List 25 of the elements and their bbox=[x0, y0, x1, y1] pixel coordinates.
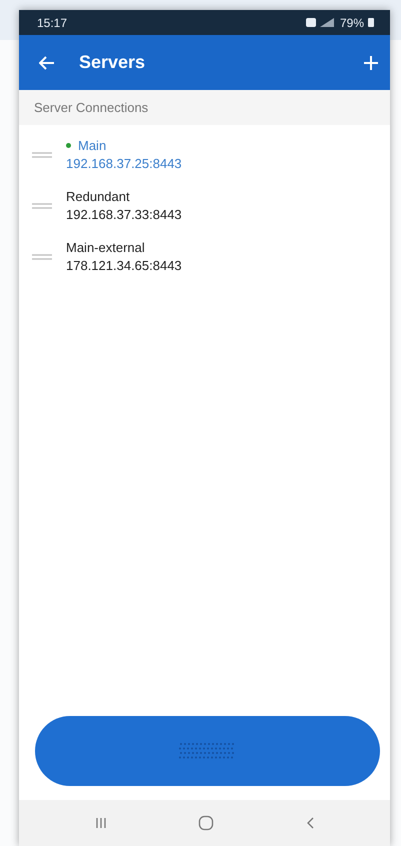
add-icon[interactable] bbox=[364, 56, 378, 70]
server-address: 192.168.37.33:8443 bbox=[66, 207, 182, 222]
server-name: Main-external bbox=[66, 240, 145, 255]
server-item[interactable]: Main 192.168.37.25:8443 bbox=[19, 129, 390, 180]
alarm-icon bbox=[306, 18, 316, 27]
back-arrow-icon[interactable] bbox=[39, 56, 55, 70]
battery-icon bbox=[368, 18, 374, 27]
server-address: 192.168.37.25:8443 bbox=[66, 156, 182, 171]
server-item[interactable]: Main-external 178.121.34.65:8443 bbox=[19, 231, 390, 282]
battery-level: 79% bbox=[340, 16, 364, 30]
server-name: Redundant bbox=[66, 189, 130, 204]
back-icon[interactable] bbox=[306, 817, 314, 829]
screen-title: Servers bbox=[79, 52, 146, 73]
drag-handle-icon[interactable] bbox=[32, 254, 52, 260]
status-dot bbox=[66, 143, 71, 148]
recent-apps-icon[interactable] bbox=[94, 817, 107, 829]
drag-handle-icon[interactable] bbox=[32, 152, 52, 158]
status-time: 15:17 bbox=[37, 16, 68, 30]
drag-handle-icon[interactable] bbox=[32, 202, 52, 208]
server-name: Main bbox=[78, 138, 106, 153]
signal-icon bbox=[320, 18, 336, 27]
section-header: Server Connections bbox=[19, 90, 390, 125]
home-icon[interactable] bbox=[198, 815, 214, 831]
server-address: 178.121.34.65:8443 bbox=[66, 258, 182, 273]
server-item[interactable]: Redundant 192.168.37.33:8443 bbox=[19, 180, 390, 231]
